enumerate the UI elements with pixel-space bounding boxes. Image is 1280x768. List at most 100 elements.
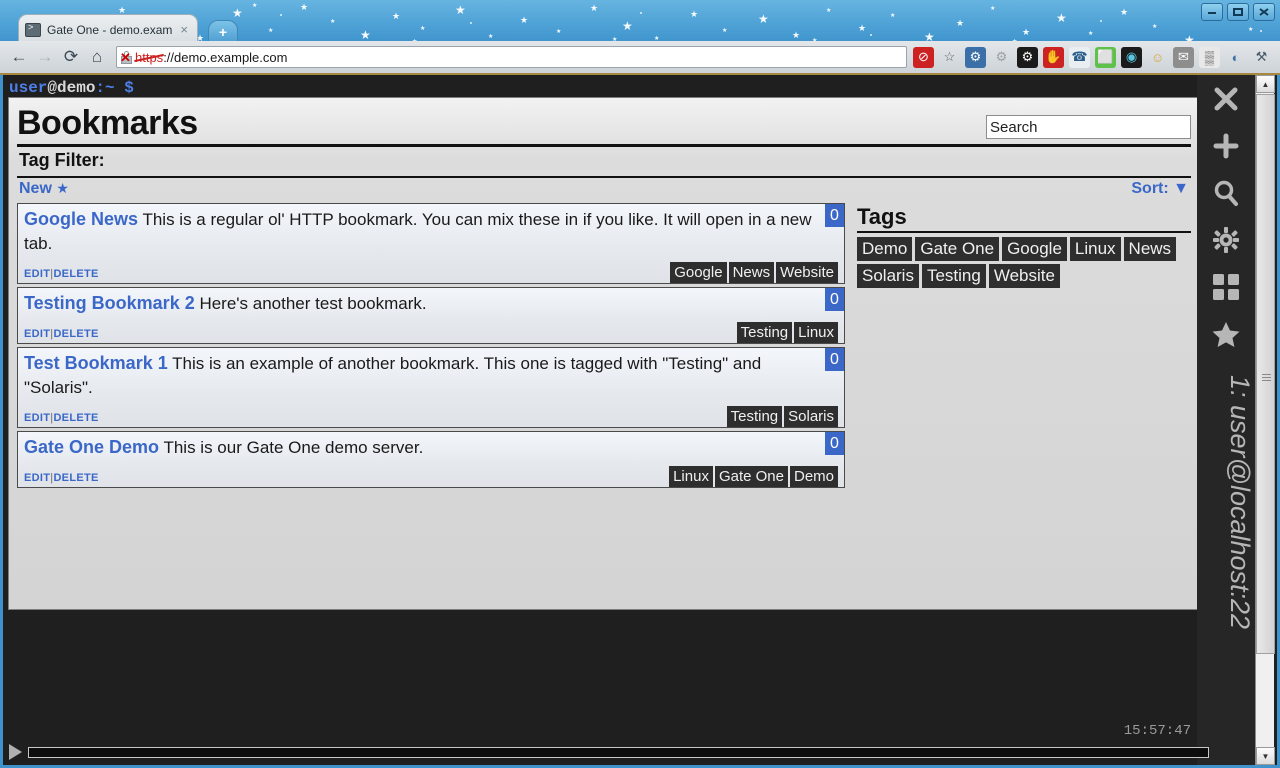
bookmark-visit-count: 0	[825, 288, 844, 311]
star-icon: ★	[330, 19, 336, 25]
chat-bubble-icon[interactable]: ☎	[1069, 46, 1090, 68]
tag-chip[interactable]: Testing	[921, 264, 986, 288]
delete-button[interactable]: DELETE	[53, 412, 98, 424]
scroll-up-icon[interactable]: ▲	[1256, 75, 1275, 93]
star-icon: ★	[722, 28, 728, 34]
back-icon[interactable]: ←	[6, 47, 32, 67]
new-bookmark-button[interactable]: New ★	[19, 180, 69, 198]
python-icon[interactable]: ◐	[1225, 47, 1246, 68]
tag-chip[interactable]: Solaris	[784, 406, 838, 427]
smiley-face-icon[interactable]: ☺	[1147, 47, 1168, 68]
black-gear-icon[interactable]: ⚙	[1017, 46, 1038, 68]
star-dot	[470, 22, 472, 24]
tag-chip[interactable]: Solaris	[857, 264, 919, 288]
tag-chip[interactable]: Linux	[1069, 237, 1121, 261]
bookmark-item[interactable]: 0 Test Bookmark 1 This is an example of a…	[17, 347, 845, 428]
home-icon[interactable]: ⌂	[84, 47, 110, 67]
star-icon: ★	[420, 26, 426, 32]
tag-chip[interactable]: Demo	[857, 237, 913, 261]
bookmark-link[interactable]: Test Bookmark 1	[24, 353, 168, 373]
minimize-icon[interactable]	[1201, 3, 1223, 21]
bookmark-star-icon[interactable]: ☆	[939, 47, 960, 68]
delete-button[interactable]: DELETE	[53, 328, 98, 340]
reload-icon[interactable]: ⟳	[58, 47, 84, 67]
barcode-icon[interactable]: ▒	[1199, 46, 1220, 68]
bookmark-item[interactable]: 0 Gate One Demo This is our Gate One demo…	[17, 431, 845, 488]
extension-icons: ⊘ ☆ ⚙ ⚙ ⚙ ✋ ☎ ⬜ ◉ ☺ ✉ ▒ ◐ ⚒	[913, 46, 1274, 68]
playback-progress-track[interactable]	[28, 746, 1209, 758]
play-icon[interactable]	[9, 744, 22, 760]
forward-icon[interactable]: →	[32, 47, 58, 67]
tag-chip[interactable]: News	[1123, 237, 1177, 261]
bookmark-item[interactable]: 0 Testing Bookmark 2 Here's another test …	[17, 287, 845, 344]
tag-chip[interactable]: News	[728, 262, 775, 283]
tag-chip[interactable]: Google	[1002, 237, 1067, 261]
tag-chip[interactable]: Linux	[794, 322, 838, 343]
gear-icon[interactable]	[1197, 216, 1255, 263]
bookmark-link[interactable]: Google News	[24, 209, 138, 229]
divider	[857, 231, 1191, 233]
mail-icon[interactable]: ✉	[1173, 46, 1194, 68]
tag-chip[interactable]: Website	[776, 262, 838, 283]
search-icon[interactable]	[1197, 169, 1255, 216]
sort-control[interactable]: Sort: ▼	[1131, 180, 1189, 198]
bookmark-link[interactable]: Testing Bookmark 2	[24, 293, 195, 313]
tag-chip[interactable]: Gate One	[915, 237, 1000, 261]
star-icon: ★	[56, 180, 69, 196]
page-title: Bookmarks	[17, 104, 198, 142]
star-icon: ★	[1022, 27, 1031, 37]
delete-button[interactable]: DELETE	[53, 268, 98, 280]
edit-button[interactable]: EDIT	[24, 328, 50, 340]
bookmarks-body: 0 Google News This is a regular ol' HTTP …	[17, 203, 1191, 491]
browser-tab[interactable]: Gate One - demo.exam ×	[18, 14, 198, 44]
maximize-icon[interactable]	[1227, 3, 1249, 21]
delete-button[interactable]: DELETE	[53, 472, 98, 484]
star-icon: ★	[268, 28, 274, 34]
prompt-path: :~	[95, 79, 125, 97]
grid-icon[interactable]	[1197, 263, 1255, 310]
edit-button[interactable]: EDIT	[24, 268, 50, 280]
search-input[interactable]	[986, 115, 1191, 139]
star-icon: ★	[1152, 24, 1158, 30]
camera-lens-icon[interactable]: ◉	[1121, 46, 1142, 68]
tag-chip[interactable]: Testing	[726, 406, 783, 427]
new-tab-button[interactable]: +	[208, 20, 238, 42]
url-host: ://demo.example.com	[163, 49, 288, 65]
terminal-scrollbar[interactable]: ▲ ▼	[1255, 75, 1275, 765]
star-icon[interactable]	[1197, 310, 1255, 357]
settings-gear-icon[interactable]: ⚙	[965, 46, 986, 68]
star-icon: ★	[300, 2, 309, 12]
star-icon: ★	[990, 6, 996, 12]
scroll-down-icon[interactable]: ▼	[1256, 747, 1275, 765]
tag-chip[interactable]: Linux	[669, 466, 713, 487]
tag-chip[interactable]: Demo	[789, 466, 838, 487]
tag-chip[interactable]: Gate One	[714, 466, 788, 487]
star-icon: ★	[890, 13, 896, 19]
plus-icon[interactable]	[1197, 122, 1255, 169]
stop-hand-icon[interactable]: ✋	[1043, 46, 1064, 68]
bookmark-tags: Google News Website	[670, 262, 838, 283]
tag-chip[interactable]: Google	[670, 262, 727, 283]
star-icon: ★	[556, 29, 562, 35]
close-icon[interactable]	[1253, 3, 1275, 21]
star-icon: ★	[590, 3, 599, 13]
close-icon[interactable]: ×	[177, 22, 191, 37]
star-dot	[1100, 20, 1102, 22]
edit-button[interactable]: EDIT	[24, 412, 50, 424]
scrollbar-thumb[interactable]	[1256, 94, 1275, 654]
adblock-icon[interactable]: ⊘	[913, 46, 934, 68]
star-icon: ★	[622, 19, 633, 33]
tag-chip[interactable]: Website	[988, 264, 1060, 288]
bookmark-item[interactable]: 0 Google News This is a regular ol' HTTP …	[17, 203, 845, 284]
bookmark-head: Google News This is a regular ol' HTTP b…	[24, 207, 838, 256]
bookmark-link[interactable]: Gate One Demo	[24, 437, 159, 457]
wrench-icon[interactable]: ⚒	[1251, 47, 1272, 68]
grey-gear-icon[interactable]: ⚙	[991, 47, 1012, 68]
tag-chip[interactable]: Testing	[736, 322, 793, 343]
bookmark-description: Here's another test bookmark.	[194, 294, 427, 313]
address-bar[interactable]: ✕ https://demo.example.com	[116, 46, 907, 68]
close-icon[interactable]	[1197, 75, 1255, 122]
star-dot	[870, 34, 872, 36]
evernote-icon[interactable]: ⬜	[1095, 46, 1116, 68]
edit-button[interactable]: EDIT	[24, 472, 50, 484]
